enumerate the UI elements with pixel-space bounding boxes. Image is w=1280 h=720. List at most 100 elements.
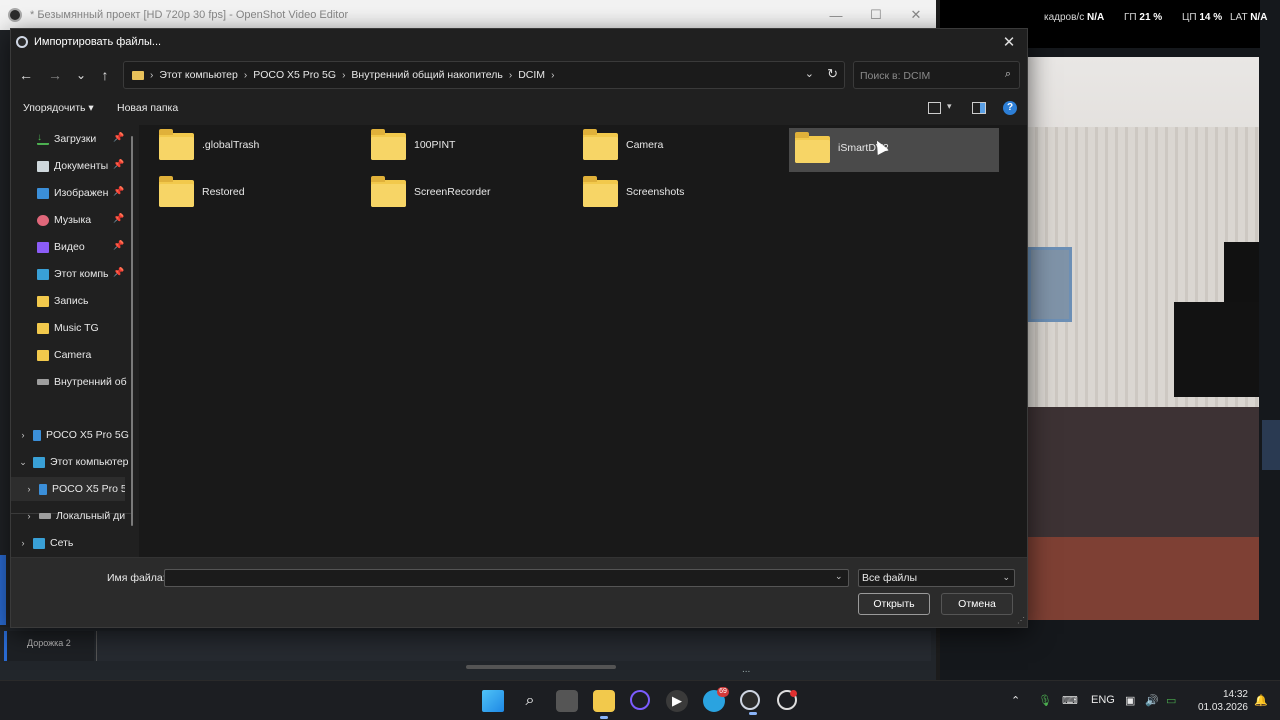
chevron-right-icon[interactable]: ›: [23, 511, 35, 521]
nav-item-camera[interactable]: Camera: [11, 343, 135, 367]
view-mode-icon[interactable]: [928, 102, 941, 114]
chevron-right-icon[interactable]: ›: [23, 484, 35, 494]
nav-item-music[interactable]: Музыка 📌: [11, 208, 135, 232]
cancel-button[interactable]: Отмена: [941, 593, 1013, 615]
command-bar: Упорядочить ▾ Новая папка ▾ ?: [11, 95, 1027, 123]
nav-item-internal-storage[interactable]: Внутренний об: [11, 370, 135, 394]
dialog-footer: Имя файла: ⌄ Все файлы ⌄ Открыть Отмена …: [11, 557, 1027, 627]
refresh-icon[interactable]: ↻: [827, 66, 838, 82]
task-view-icon[interactable]: [556, 690, 578, 712]
search-icon[interactable]: ⌕: [519, 690, 541, 712]
folder-item[interactable]: .globalTrash: [139, 125, 349, 169]
volume-icon[interactable]: 🔊: [1145, 694, 1159, 707]
breadcrumb-item[interactable]: Этот компьютер: [159, 69, 238, 81]
help-icon[interactable]: ?: [1003, 101, 1017, 115]
telegram-icon[interactable]: 69: [703, 687, 729, 712]
nav-tree-local-disk[interactable]: › Локальный ди: [11, 504, 135, 528]
nav-item-pictures[interactable]: Изображен 📌: [11, 181, 135, 205]
shelf-image: [1028, 247, 1072, 322]
side-panel-tab[interactable]: [1262, 420, 1280, 470]
breadcrumb-item[interactable]: POCO X5 Pro 5G: [253, 69, 336, 81]
folder-icon: [583, 129, 618, 160]
opera-icon[interactable]: [630, 690, 650, 710]
nav-item-music-tg[interactable]: Music TG: [11, 316, 135, 340]
video-preview: [1028, 57, 1259, 620]
media-player-icon[interactable]: ▶: [666, 690, 688, 712]
folder-icon: [37, 295, 49, 307]
nav-item-label: Запись: [54, 295, 89, 307]
date: 01.03.2026: [1197, 702, 1248, 713]
folder-icon: [159, 129, 194, 160]
notifications-icon[interactable]: 🔔: [1254, 694, 1268, 707]
language-indicator[interactable]: ENG: [1091, 694, 1115, 706]
openshot-taskbar-icon[interactable]: [740, 690, 760, 715]
start-icon[interactable]: [482, 690, 504, 712]
folder-icon: [583, 176, 618, 207]
folder-item[interactable]: Camera: [563, 125, 773, 169]
breadcrumb-item[interactable]: Внутренний общий накопитель: [351, 69, 502, 81]
cpu-readout: ЦП 14 %: [1182, 12, 1223, 23]
microphone-icon[interactable]: 🎙: [1038, 694, 1052, 707]
chevron-down-icon[interactable]: ⌄: [17, 457, 29, 468]
up-button[interactable]: ↑: [94, 63, 116, 87]
track-body[interactable]: [96, 631, 931, 661]
nav-tree-network[interactable]: › Сеть: [11, 531, 135, 555]
preview-pane-icon[interactable]: [972, 102, 986, 114]
track-label[interactable]: Дорожка 2: [4, 631, 94, 661]
search-icon[interactable]: ⌕: [1005, 68, 1011, 81]
nav-tree-poco-child[interactable]: › POCO X5 Pro 5: [11, 477, 125, 501]
recent-locations-button[interactable]: ⌄: [70, 63, 92, 87]
folder-item[interactable]: ScreenRecorder: [351, 172, 561, 216]
new-folder-button[interactable]: Новая папка: [117, 102, 178, 114]
documents-icon: [37, 160, 49, 172]
open-button[interactable]: Открыть: [858, 593, 930, 615]
search-input[interactable]: [860, 68, 995, 84]
nav-scrollbar[interactable]: [131, 136, 133, 526]
chevron-right-icon: ›: [551, 69, 555, 81]
dialog-close-button[interactable]: ✕: [997, 29, 1021, 55]
nav-tree-poco[interactable]: › POCO X5 Pro 5G: [11, 423, 135, 447]
filename-input[interactable]: [164, 569, 849, 587]
nav-item-zapis[interactable]: Запись: [11, 289, 135, 313]
folder-name: .globalTrash: [202, 139, 260, 151]
obs-icon[interactable]: [777, 690, 797, 710]
filename-label: Имя файла:: [107, 572, 166, 584]
nav-item-video[interactable]: Видео 📌: [11, 235, 135, 259]
nav-item-label: Внутренний об: [54, 376, 127, 388]
chevron-down-icon[interactable]: ⌄: [805, 67, 814, 80]
drive-icon: [37, 379, 49, 385]
battery-icon[interactable]: ▭: [1166, 694, 1176, 707]
filetype-select[interactable]: Все файлы ⌄: [858, 569, 1015, 587]
timeline-scrollbar[interactable]: [466, 665, 616, 669]
clock[interactable]: 14:32 01.03.2026: [1196, 688, 1248, 714]
nav-item-this-pc[interactable]: Этот компь 📌: [11, 262, 135, 286]
back-button[interactable]: ←: [15, 63, 37, 87]
close-window-button[interactable]: ✕: [896, 0, 936, 30]
folder-item[interactable]: 100PINT: [351, 125, 561, 169]
tray-overflow-icon[interactable]: ⌃: [1011, 694, 1020, 707]
nav-item-documents[interactable]: Документы 📌: [11, 154, 135, 178]
nav-item-downloads[interactable]: ↓ Загрузки 📌: [11, 127, 135, 151]
organize-menu[interactable]: Упорядочить ▾: [23, 102, 94, 114]
chevron-right-icon: ›: [243, 69, 248, 81]
resize-grip-icon[interactable]: ⋰: [1017, 616, 1025, 625]
chevron-down-icon[interactable]: ⌄: [835, 571, 843, 582]
minimize-button[interactable]: —: [816, 0, 856, 30]
chevron-down-icon[interactable]: ▾: [947, 101, 952, 112]
forward-button[interactable]: →: [44, 63, 66, 87]
address-bar[interactable]: › Этот компьютер › POCO X5 Pro 5G › Внут…: [123, 61, 845, 89]
folder-item[interactable]: Restored: [139, 172, 349, 216]
nav-tree-this-pc[interactable]: ⌄ Этот компьютер: [11, 450, 135, 474]
pin-icon: 📌: [113, 159, 125, 169]
chevron-right-icon[interactable]: ›: [17, 538, 29, 548]
search-box[interactable]: ⌕: [853, 61, 1020, 89]
file-explorer-icon[interactable]: [593, 690, 615, 719]
keyboard-icon[interactable]: ⌨: [1062, 694, 1078, 707]
network-icon[interactable]: ▣: [1125, 694, 1135, 707]
folder-item-hovered[interactable]: iSmartDV2: [789, 128, 999, 172]
chevron-right-icon[interactable]: ›: [17, 430, 29, 440]
maximize-button[interactable]: ☐: [856, 0, 896, 30]
folder-item[interactable]: Screenshots: [563, 172, 773, 216]
status-text: ...: [742, 664, 751, 675]
breadcrumb-item[interactable]: DCIM: [518, 69, 545, 81]
